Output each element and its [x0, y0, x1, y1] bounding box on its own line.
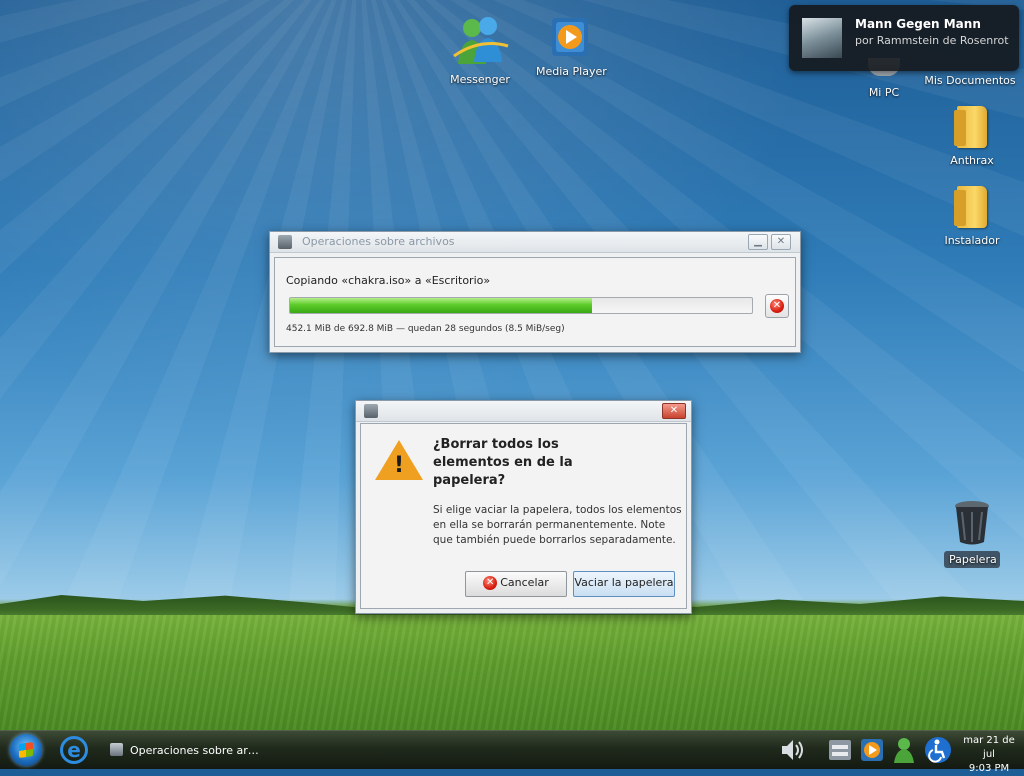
system-clock[interactable]: mar 21 de jul 9:03 PM — [956, 734, 1022, 776]
start-menu-button[interactable] — [10, 734, 42, 766]
empty-trash-button[interactable]: Vaciar la papelera — [573, 571, 675, 597]
desktop-icon-instalador[interactable]: Instalador — [940, 186, 1004, 247]
folder-icon — [954, 106, 987, 148]
desktop-icon-mis-documentos[interactable]: Mis Documentos — [920, 72, 1020, 87]
stop-icon: ✕ — [770, 299, 784, 313]
window-title: Operaciones sobre archivos — [302, 235, 455, 248]
messenger-icon — [453, 17, 509, 64]
album-art — [802, 18, 842, 58]
desktop-icon-label: Papelera — [944, 551, 1000, 568]
accessibility-icon[interactable] — [924, 735, 952, 765]
desktop-icon-anthrax[interactable]: Anthrax — [942, 106, 1002, 167]
desktop-icon-messenger[interactable]: Messenger — [448, 16, 512, 86]
taskbar: e Operaciones sobre ar… mar 21 de jul 9:… — [0, 730, 1024, 774]
internet-explorer-icon[interactable]: e — [60, 736, 88, 764]
volume-icon[interactable] — [778, 735, 806, 765]
dialog-close-button[interactable]: ✕ — [662, 403, 686, 419]
media-player-icon — [552, 18, 588, 56]
media-player-tray-icon[interactable] — [858, 735, 886, 765]
desktop-icon-papelera[interactable]: Papelera — [944, 500, 1000, 568]
notification-title: Mann Gegen Mann — [855, 17, 981, 31]
notification-subtitle: por Rammstein de Rosenrot — [855, 34, 1009, 47]
copy-status-text: Copiando «chakra.iso» a «Escritorio» — [286, 274, 491, 287]
cancel-copy-button[interactable]: ✕ — [765, 294, 789, 318]
folder-icon — [954, 186, 987, 228]
desktop-icon-media-player[interactable]: Media Player — [536, 16, 607, 78]
cancel-icon: ✕ — [483, 576, 498, 590]
task-app-icon — [110, 743, 123, 756]
window-titlebar[interactable]: Operaciones sobre archivos ▁ ✕ — [270, 232, 800, 253]
warning-exclamation: ! — [394, 453, 405, 478]
desktop-icon-label: Media Player — [536, 65, 607, 78]
dialog-app-icon — [364, 404, 378, 418]
empty-trash-button-label: Vaciar la papelera — [574, 576, 674, 589]
messenger-tray-icon[interactable] — [890, 735, 918, 765]
copy-progress-fill — [290, 298, 592, 313]
trash-icon — [955, 501, 989, 545]
dialog-heading: ¿Borrar todos los elementos en de la pap… — [433, 437, 573, 488]
copy-progress-bar — [289, 297, 753, 314]
dialog-titlebar[interactable]: ✕ — [356, 401, 691, 422]
window-content: Copiando «chakra.iso» a «Escritorio» ✕ 4… — [274, 257, 796, 347]
desktop-icon-label: Mi PC — [868, 86, 900, 99]
task-label: Operaciones sobre ar… — [130, 744, 259, 757]
now-playing-notification[interactable]: Mann Gegen Mann por Rammstein de Rosenro… — [789, 5, 1019, 71]
empty-trash-dialog: ✕ ! ¿Borrar todos los elementos en de la… — [355, 400, 692, 614]
file-manager-tray-icon[interactable] — [826, 735, 854, 765]
window-close-button[interactable]: ✕ — [771, 234, 791, 250]
window-app-icon — [278, 235, 292, 249]
clock-date: mar 21 de jul — [963, 735, 1015, 760]
desktop-icon-label: Anthrax — [950, 154, 994, 167]
file-operations-window: Operaciones sobre archivos ▁ ✕ Copiando … — [269, 231, 801, 353]
copy-detail-text: 452.1 MiB de 692.8 MiB — quedan 28 segun… — [286, 324, 565, 334]
dialog-content: ! ¿Borrar todos los elementos en de la p… — [360, 423, 687, 609]
cancel-button-label: Cancelar — [500, 576, 549, 589]
cancel-button[interactable]: ✕ Cancelar — [465, 571, 567, 597]
desktop-icon-label: Mis Documentos — [924, 74, 1016, 87]
desktop-icon-label: Messenger — [450, 73, 510, 86]
taskbar-task-file-operations[interactable]: Operaciones sobre ar… — [102, 735, 272, 765]
wallpaper-grass — [0, 615, 1024, 730]
dialog-body: Si elige vaciar la papelera, todos los e… — [433, 504, 682, 546]
clock-time: 9:03 PM — [968, 763, 1010, 774]
minimize-button[interactable]: ▁ — [748, 234, 768, 250]
desktop-icon-label: Instalador — [944, 234, 1000, 247]
